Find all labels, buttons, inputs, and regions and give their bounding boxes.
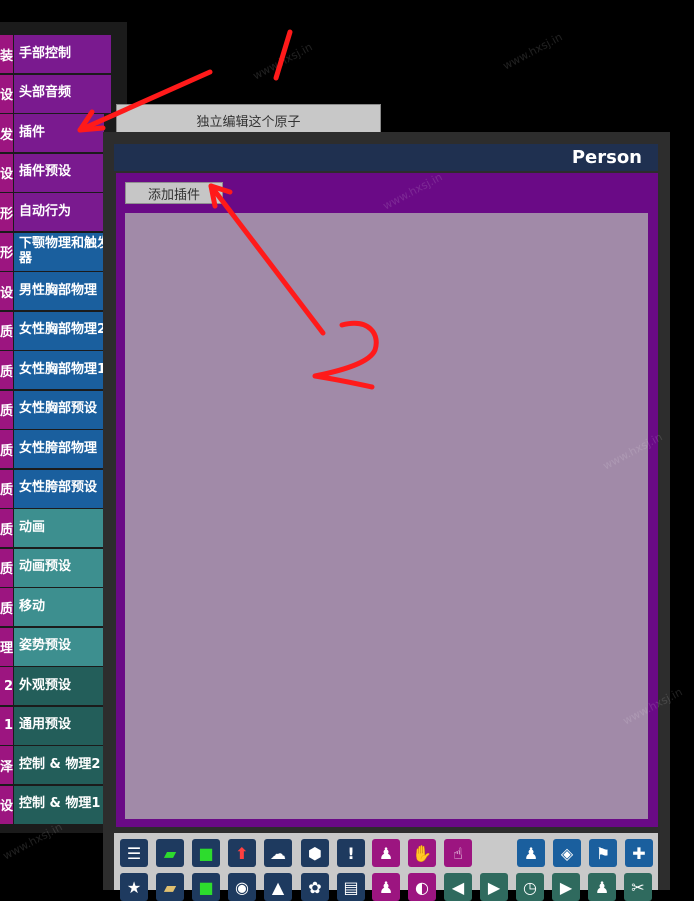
cloud-icon[interactable]: ☁	[264, 839, 292, 867]
watermark: www.hxsj.in	[250, 40, 315, 83]
sidebar-tab-left-10[interactable]: 质	[0, 430, 13, 468]
menu-icon[interactable]: ☰	[120, 839, 148, 867]
tools-icon[interactable]: ✂	[624, 873, 652, 901]
sidebar-tab-0[interactable]: 手部控制	[14, 35, 111, 73]
unity-icon[interactable]: ◈	[553, 839, 581, 867]
sidebar-tab-6[interactable]: 男性胸部物理	[14, 272, 111, 310]
plus-icon[interactable]: ✚	[625, 839, 653, 867]
people-icon[interactable]: ♟	[588, 873, 616, 901]
sidebar-tab-left-19[interactable]: 设	[0, 785, 13, 824]
camera-icon[interactable]: ◉	[228, 873, 256, 901]
rotate-icon[interactable]: ◐	[408, 873, 436, 901]
sidebar-tab-left-5[interactable]: 形	[0, 232, 13, 271]
sidebar-tab-left-9[interactable]: 质	[0, 390, 13, 429]
play-icon[interactable]: ▶	[480, 873, 508, 901]
folder-add-icon[interactable]: ■	[192, 873, 220, 901]
add-plugin-button[interactable]: 添加插件	[125, 182, 223, 204]
sidebar-tab-11[interactable]: 女性胯部预设	[14, 469, 111, 508]
hand-icon[interactable]: ✋	[408, 839, 436, 867]
watermark: www.hxsj.in	[500, 30, 565, 73]
document-icon[interactable]: ▤	[337, 873, 365, 901]
sidebar-tab-left-13[interactable]: 质	[0, 548, 13, 587]
sidebar-tab-left-0[interactable]: 装	[0, 35, 13, 73]
sidebar-tab-left-3[interactable]: 设	[0, 153, 13, 192]
open-folder-icon[interactable]: ▰	[156, 839, 184, 867]
folder-icon[interactable]: ■	[192, 839, 220, 867]
plugin-list-area	[125, 213, 648, 819]
star-icon[interactable]: ★	[120, 873, 148, 901]
sidebar-tab-left-15[interactable]: 理	[0, 627, 13, 666]
sidebar-tab-18[interactable]: 控制 & 物理2	[14, 746, 111, 784]
sidebar-tab-left-8[interactable]: 质	[0, 351, 13, 389]
sidebar-tab-15[interactable]: 姿势预设	[14, 627, 111, 666]
cube-icon[interactable]: ⬢	[301, 839, 329, 867]
sidebar-tab-9[interactable]: 女性胸部预设	[14, 390, 111, 429]
sidebar-tab-left-17[interactable]: 1	[0, 706, 13, 745]
sidebar-tab-left-6[interactable]: 设	[0, 272, 13, 310]
sidebar-tab-2[interactable]: 插件	[14, 114, 104, 152]
sidebar-tab-left-1[interactable]: 设	[0, 74, 13, 113]
sidebar-tab-left-16[interactable]: 2	[0, 667, 13, 705]
scene-icon[interactable]: ▲	[264, 873, 292, 901]
sidebar-tab-12[interactable]: 动画	[14, 509, 111, 547]
export-icon[interactable]: ⬆	[228, 839, 256, 867]
step-back-icon[interactable]: ◀	[444, 873, 472, 901]
pointer-icon[interactable]: ☝	[444, 839, 472, 867]
alert-icon[interactable]: !	[337, 839, 365, 867]
person-select-icon[interactable]: ♟	[372, 873, 400, 901]
sidebar-tab-17[interactable]: 通用预设	[14, 706, 111, 745]
sidebar-tab-left-14[interactable]: 质	[0, 588, 13, 626]
flag-icon[interactable]: ⚑	[589, 839, 617, 867]
sidebar-tab-left-12[interactable]: 质	[0, 509, 13, 547]
clock-icon[interactable]: ◷	[516, 873, 544, 901]
sidebar-tab-19[interactable]: 控制 & 物理1	[14, 785, 111, 824]
sidebar-tab-left-11[interactable]: 质	[0, 469, 13, 508]
settings-icon[interactable]: ✿	[301, 873, 329, 901]
sidebar-tab-8[interactable]: 女性胸部物理1	[14, 351, 111, 389]
sidebar-tab-left-7[interactable]: 质	[0, 311, 13, 350]
sidebar-tab-left-18[interactable]: 泽	[0, 746, 13, 784]
folder-open-icon[interactable]: ▰	[156, 873, 184, 901]
sidebar-tab-3[interactable]: 插件预设	[14, 153, 111, 192]
sidebar-tab-14[interactable]: 移动	[14, 588, 111, 626]
sidebar-tab-1[interactable]: 头部音频	[14, 74, 111, 113]
sidebar-tab-10[interactable]: 女性胯部物理	[14, 430, 111, 468]
sidebar-tab-13[interactable]: 动画预设	[14, 548, 111, 587]
sidebar-tab-16[interactable]: 外观预设	[14, 667, 111, 705]
sidebar-tab-5[interactable]: 下颚物理和触发器	[14, 232, 111, 271]
add-person-icon[interactable]: ♟	[372, 839, 400, 867]
panel-title: Person	[114, 144, 658, 171]
sidebar-tab-left-2[interactable]: 发	[0, 114, 13, 152]
sidebar-tab-left-4[interactable]: 形	[0, 193, 13, 231]
sidebar-tab-4[interactable]: 自动行为	[14, 193, 111, 231]
person-icon[interactable]: ♟	[517, 839, 545, 867]
forward-icon[interactable]: ▶	[552, 873, 580, 901]
sidebar-tab-7[interactable]: 女性胸部物理2	[14, 311, 111, 350]
